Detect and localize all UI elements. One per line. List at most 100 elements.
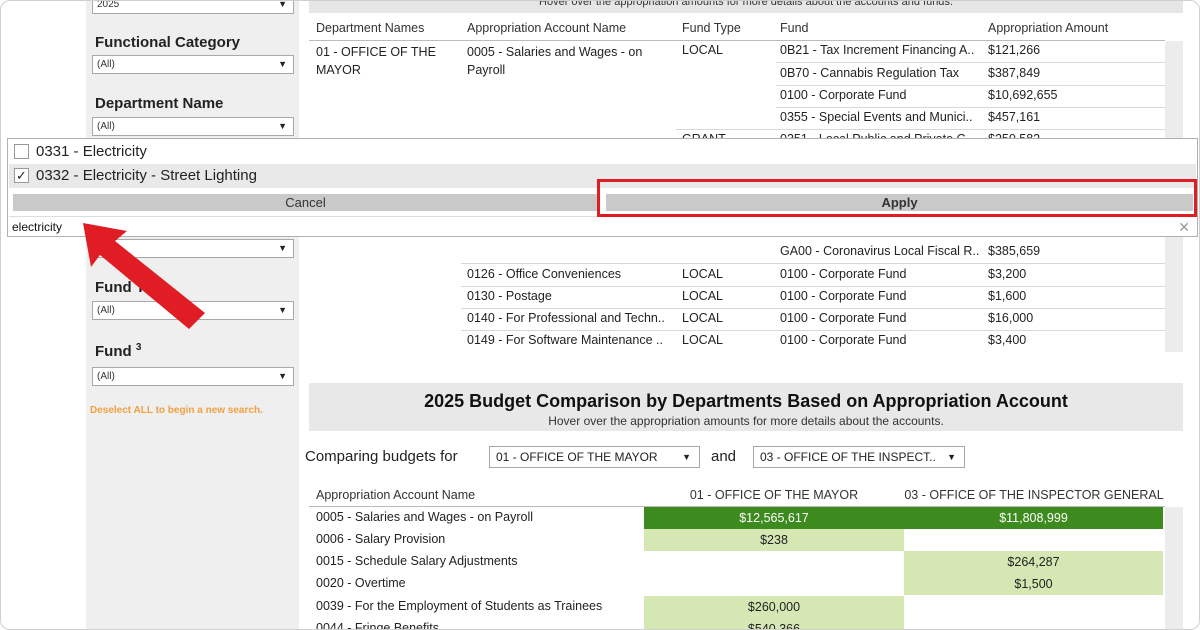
department-name-select[interactable]: (All) ▼: [92, 117, 294, 136]
amount-cell[interactable]: $10,692,655: [988, 88, 1058, 102]
fund-type-cell: LOCAL: [682, 311, 723, 325]
department-b-value: 03 - OFFICE OF THE INSPECT..: [760, 450, 936, 464]
chevron-down-icon: ▼: [682, 452, 691, 462]
amount-cell[interactable]: $457,161: [988, 110, 1040, 124]
col-header-fund-type: Fund Type: [682, 21, 741, 35]
checkbox-checked[interactable]: ✓: [14, 168, 29, 183]
row-divider: [461, 330, 1165, 331]
department-cell: 01 - OFFICE OF THE MAYOR: [316, 45, 436, 77]
table1-hover-banner: Hover over the appropriation amounts for…: [309, 1, 1183, 13]
main-content: Hover over the appropriation amounts for…: [299, 1, 1199, 630]
clear-icon[interactable]: ✕: [1178, 217, 1190, 237]
fund-cell: 0100 - Corporate Fund: [780, 333, 907, 347]
functional-category-select[interactable]: (All) ▼: [92, 55, 294, 74]
functional-category-value: (All): [97, 59, 115, 70]
fund-cell: 0B70 - Cannabis Regulation Tax: [780, 66, 960, 80]
deselect-note: Deselect ALL to begin a new search.: [90, 405, 263, 416]
chevron-down-icon: ▼: [278, 305, 287, 315]
account-cell: 0149 - For Software Maintenance ..: [467, 333, 663, 347]
fund-cell: 0100 - Corporate Fund: [780, 289, 907, 303]
amount-cell[interactable]: $385,659: [988, 244, 1040, 258]
chevron-down-icon: ▼: [278, 371, 287, 381]
dropdown-option[interactable]: 0331 - Electricity: [9, 140, 1196, 164]
comparison-account-cell: 0044 - Fringe Benefits: [316, 621, 439, 630]
chevron-down-icon: ▼: [278, 59, 287, 69]
comparison-amount-cell[interactable]: $11,808,999: [904, 507, 1163, 529]
row-divider: [776, 85, 1165, 86]
department-a-value: 01 - OFFICE OF THE MAYOR: [496, 450, 658, 464]
comparison-amount-cell[interactable]: $264,287: [904, 551, 1163, 573]
comparison-header-dept-b: 03 - OFFICE OF THE INSPECTOR GENERAL: [904, 488, 1164, 502]
apply-highlight-annotation: [597, 179, 1197, 217]
chevron-down-icon: ▼: [947, 452, 956, 462]
year-select-value: 2025: [97, 0, 120, 10]
amount-cell[interactable]: $121,266: [988, 43, 1040, 57]
dropdown-option-label: 0332 - Electricity - Street Lighting: [36, 167, 257, 184]
account-cell: 0140 - For Professional and Techn..: [467, 311, 665, 325]
account-cell: 0126 - Office Conveniences: [467, 267, 622, 281]
fund-cell: 0100 - Corporate Fund: [780, 311, 907, 325]
comparison-header-account: Appropriation Account Name: [316, 488, 476, 502]
compare-label: Comparing budgets for: [305, 448, 458, 465]
fund-type-cell: LOCAL: [682, 289, 723, 303]
fund-type-cell: LOCAL: [682, 267, 723, 281]
checkbox-unchecked[interactable]: [14, 144, 29, 159]
dropdown-option-label: 0331 - Electricity: [36, 143, 147, 160]
amount-cell[interactable]: $387,849: [988, 66, 1040, 80]
col-header-department: Department Names: [316, 21, 425, 35]
comparison-scrollbar[interactable]: [1165, 507, 1183, 629]
fund-cell: GA00 - Coronavirus Local Fiscal R..: [780, 244, 980, 258]
fund-label-text: Fund: [95, 343, 132, 360]
row-divider: [461, 286, 1165, 287]
account-cell: 0130 - Postage: [467, 289, 552, 303]
comparison-amount-cell[interactable]: $260,000: [644, 596, 904, 618]
col-header-fund: Fund: [780, 21, 809, 35]
amount-cell[interactable]: $16,000: [988, 311, 1033, 325]
row-divider: [676, 129, 1165, 130]
comparison-title: 2025 Budget Comparison by Departments Ba…: [424, 391, 1068, 411]
department-a-select[interactable]: 01 - OFFICE OF THE MAYOR ▼: [489, 446, 700, 468]
comparison-account-cell: 0005 - Salaries and Wages - on Payroll: [316, 510, 534, 524]
annotation-arrow-icon: [83, 223, 205, 329]
header-divider: [309, 40, 1165, 41]
fund-cell: 0100 - Corporate Fund: [780, 267, 907, 281]
col-header-account: Appropriation Account Name: [467, 21, 627, 35]
amount-cell[interactable]: $1,600: [988, 289, 1026, 303]
row-divider: [461, 263, 1165, 264]
fund-select[interactable]: (All) ▼: [92, 367, 294, 386]
col-header-amount: Appropriation Amount: [988, 21, 1109, 35]
window-frame: 2025 ▼ Functional Category (All) ▼ Depar…: [0, 0, 1200, 630]
fund-value: (All): [97, 371, 115, 382]
year-select[interactable]: 2025 ▼: [92, 0, 294, 14]
comparison-header-dept-a: 01 - OFFICE OF THE MAYOR: [689, 488, 859, 502]
comparison-amount-cell[interactable]: $540,366: [644, 618, 904, 629]
fund-type-cell: LOCAL: [682, 43, 723, 57]
comparison-account-cell: 0006 - Salary Provision: [316, 532, 446, 546]
row-divider: [461, 308, 1165, 309]
fund-label: Fund 3: [95, 342, 141, 360]
dropdown-search-value: electricity: [12, 220, 63, 234]
comparison-account-cell: 0039 - For the Employment of Students as…: [316, 599, 603, 613]
fund-type-cell: LOCAL: [682, 333, 723, 347]
comparison-account-cell: 0015 - Schedule Salary Adjustments: [316, 554, 518, 568]
comparison-account-cell: 0020 - Overtime: [316, 576, 406, 590]
functional-category-label: Functional Category: [95, 34, 241, 51]
amount-cell[interactable]: $3,200: [988, 267, 1026, 281]
fund-cell: 0100 - Corporate Fund: [780, 88, 907, 102]
fund-cell: 0355 - Special Events and Munici..: [780, 110, 973, 124]
comparison-amount-cell[interactable]: $12,565,617: [644, 507, 904, 529]
department-b-select[interactable]: 03 - OFFICE OF THE INSPECT.. ▼: [753, 446, 965, 468]
amount-cell[interactable]: $3,400: [988, 333, 1026, 347]
cancel-button[interactable]: Cancel: [13, 194, 598, 211]
chevron-down-icon: ▼: [278, 243, 287, 253]
row-divider: [776, 62, 1165, 63]
row-divider: [776, 107, 1165, 108]
account-cell: 0005 - Salaries and Wages - on Payroll: [467, 45, 643, 77]
chevron-down-icon: ▼: [278, 0, 287, 9]
fund-footnote-marker: 3: [135, 342, 142, 353]
and-label: and: [711, 448, 737, 465]
department-name-value: (All): [97, 121, 115, 132]
comparison-amount-cell[interactable]: $238: [644, 529, 904, 551]
comparison-amount-cell[interactable]: $1,500: [904, 573, 1163, 595]
chevron-down-icon: ▼: [278, 121, 287, 131]
